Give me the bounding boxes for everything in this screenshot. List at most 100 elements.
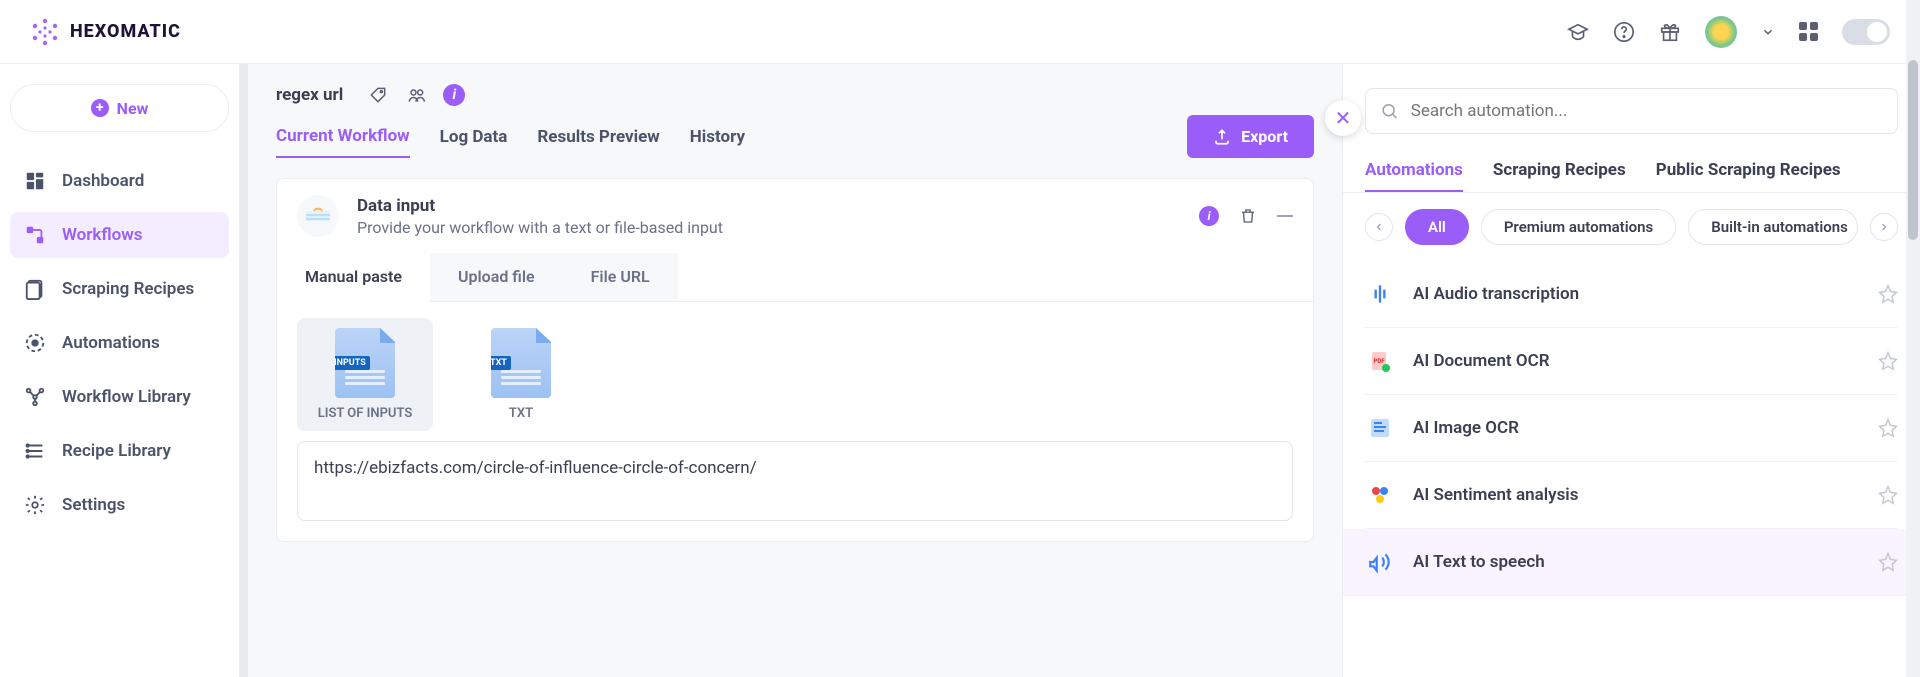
- sidebar-item-workflow-library[interactable]: Workflow Library: [10, 374, 229, 420]
- chevron-down-icon[interactable]: [1761, 25, 1775, 39]
- tag-icon[interactable]: [367, 84, 389, 106]
- logo[interactable]: HEXOMATIC: [30, 17, 181, 47]
- automation-item[interactable]: AI Sentiment analysis: [1365, 462, 1898, 529]
- input-types: INPUTS LIST OF INPUTS TXT TXT: [277, 302, 1313, 441]
- tab-history[interactable]: History: [690, 127, 745, 157]
- search-icon: [1380, 101, 1399, 121]
- input-type-txt[interactable]: TXT TXT: [453, 318, 589, 431]
- logo-mark-icon: [30, 17, 60, 47]
- file-icon: TXT: [491, 328, 551, 398]
- avatar[interactable]: [1705, 16, 1737, 48]
- subtab-upload-file[interactable]: Upload file: [430, 253, 563, 301]
- subtab-manual-paste[interactable]: Manual paste: [277, 253, 430, 302]
- rtab-scraping-recipes[interactable]: Scraping Recipes: [1493, 150, 1626, 192]
- automation-item[interactable]: PDF AI Document OCR: [1365, 328, 1898, 395]
- topbar: HEXOMATIC: [0, 0, 1920, 64]
- card-subtitle: Provide your workflow with a text or fil…: [357, 218, 723, 237]
- chip-prev-icon[interactable]: [1365, 213, 1393, 241]
- topbar-right: [1567, 16, 1890, 48]
- star-icon[interactable]: [1878, 351, 1898, 371]
- export-label: Export: [1241, 127, 1288, 146]
- data-input-icon: [297, 195, 339, 237]
- gear-icon: [24, 494, 46, 516]
- card-title: Data input: [357, 196, 723, 216]
- sidebar-item-scraping-recipes[interactable]: Scraping Recipes: [10, 266, 229, 312]
- url-input[interactable]: https://ebizfacts.com/circle-of-influenc…: [297, 441, 1293, 521]
- apps-grid-icon[interactable]: [1799, 22, 1818, 41]
- workflow-tabs: Current Workflow Log Data Results Previe…: [276, 126, 745, 158]
- document-icon: PDF: [1365, 346, 1395, 376]
- star-icon[interactable]: [1878, 485, 1898, 505]
- star-icon[interactable]: [1878, 418, 1898, 438]
- data-input-card: Data input Provide your workflow with a …: [276, 178, 1314, 542]
- page-header: regex url i: [276, 84, 1314, 106]
- panel-tabs: Automations Scraping Recipes Public Scra…: [1343, 150, 1920, 193]
- star-icon[interactable]: [1878, 552, 1898, 572]
- recipes-icon: [24, 278, 46, 300]
- automation-item[interactable]: AI Text to speech: [1343, 529, 1920, 596]
- search-input[interactable]: [1411, 101, 1883, 121]
- collapse-icon[interactable]: [1277, 215, 1293, 217]
- library-icon: [24, 386, 46, 408]
- sidebar-item-automations[interactable]: Automations: [10, 320, 229, 366]
- sidebar-item-label: Scraping Recipes: [62, 279, 194, 299]
- info-icon[interactable]: i: [443, 84, 465, 106]
- export-button[interactable]: Export: [1187, 115, 1314, 158]
- star-icon[interactable]: [1878, 284, 1898, 304]
- input-subtabs: Manual paste Upload file File URL: [277, 253, 1313, 302]
- input-type-label: TXT: [509, 406, 533, 421]
- sidebar-item-label: Automations: [62, 333, 160, 353]
- help-icon[interactable]: [1613, 21, 1635, 43]
- new-button[interactable]: + New: [10, 84, 229, 132]
- sidebar-item-workflows[interactable]: Workflows: [10, 212, 229, 258]
- main-content: regex url i Current Workflow Log Data Re…: [248, 64, 1342, 677]
- audio-icon: [1365, 279, 1395, 309]
- sidebar-item-label: Settings: [62, 495, 125, 515]
- automation-item[interactable]: AI Image OCR: [1365, 395, 1898, 462]
- academy-icon[interactable]: [1567, 21, 1589, 43]
- trash-icon[interactable]: [1237, 205, 1259, 227]
- brand-name: HEXOMATIC: [70, 21, 181, 42]
- automation-item[interactable]: AI Audio transcription: [1365, 261, 1898, 328]
- chip-next-icon[interactable]: [1870, 213, 1898, 241]
- automations-icon: [24, 332, 46, 354]
- automations-panel: ✕ Automations Scraping Recipes Public Sc…: [1342, 64, 1920, 677]
- automation-list: AI Audio transcription PDF AI Document O…: [1343, 261, 1920, 596]
- close-icon[interactable]: ✕: [1325, 100, 1361, 136]
- input-type-list[interactable]: INPUTS LIST OF INPUTS: [297, 318, 433, 431]
- right-scrollbar[interactable]: [1906, 0, 1920, 677]
- new-label: New: [117, 99, 149, 118]
- search-input-wrap: [1365, 88, 1898, 134]
- sidebar-scrollbar[interactable]: [240, 64, 248, 677]
- tab-log-data[interactable]: Log Data: [440, 127, 508, 157]
- share-icon[interactable]: [405, 84, 427, 106]
- chip-builtin[interactable]: Built-in automations: [1688, 209, 1858, 245]
- recipe-library-icon: [24, 440, 46, 462]
- subtab-file-url[interactable]: File URL: [563, 253, 678, 301]
- workflow-title: regex url: [276, 85, 343, 105]
- sidebar-item-recipe-library[interactable]: Recipe Library: [10, 428, 229, 474]
- sidebar-item-label: Recipe Library: [62, 441, 171, 461]
- tab-current-workflow[interactable]: Current Workflow: [276, 126, 410, 158]
- tab-results-preview[interactable]: Results Preview: [537, 127, 659, 157]
- rtab-automations[interactable]: Automations: [1365, 150, 1463, 192]
- rtab-public-scraping-recipes[interactable]: Public Scraping Recipes: [1656, 150, 1841, 192]
- chip-premium[interactable]: Premium automations: [1481, 209, 1676, 245]
- scrollbar-thumb[interactable]: [1908, 60, 1918, 240]
- dashboard-icon: [24, 170, 46, 192]
- card-info-icon[interactable]: i: [1199, 206, 1219, 226]
- image-icon: [1365, 413, 1395, 443]
- chip-all[interactable]: All: [1405, 209, 1469, 245]
- workflows-icon: [24, 224, 46, 246]
- sentiment-icon: [1365, 480, 1395, 510]
- sidebar: + New Dashboard Workflows Scraping Recip…: [0, 64, 240, 677]
- tts-icon: [1365, 547, 1395, 577]
- file-icon: INPUTS: [335, 328, 395, 398]
- gift-icon[interactable]: [1659, 21, 1681, 43]
- theme-toggle[interactable]: [1842, 19, 1890, 45]
- sidebar-item-label: Dashboard: [62, 171, 144, 191]
- sidebar-item-label: Workflow Library: [62, 387, 191, 407]
- sidebar-item-settings[interactable]: Settings: [10, 482, 229, 528]
- sidebar-item-label: Workflows: [62, 225, 143, 245]
- sidebar-item-dashboard[interactable]: Dashboard: [10, 158, 229, 204]
